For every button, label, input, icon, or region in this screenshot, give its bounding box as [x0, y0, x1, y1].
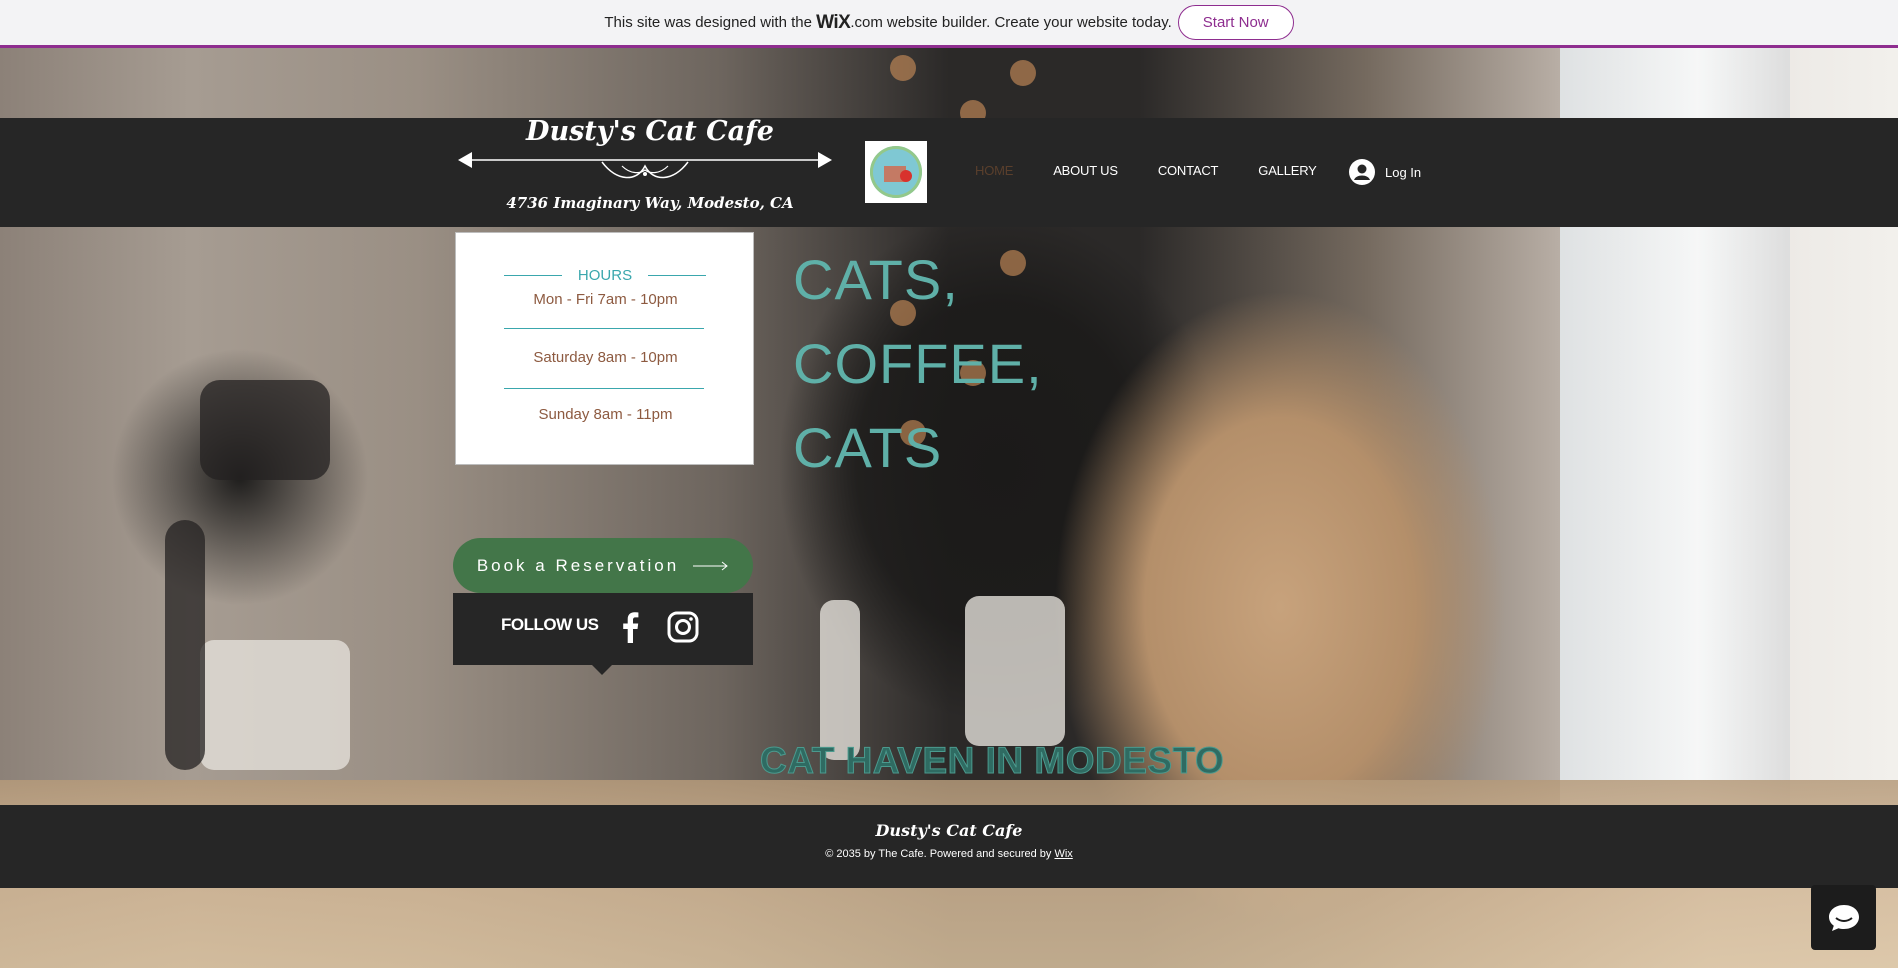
logo-cup-shape: [900, 170, 912, 182]
banner-text-before: This site was designed with the: [604, 14, 812, 31]
hours-title: HOURS: [577, 267, 633, 284]
footer-copyright: © 2035 by The Cafe. Powered and secured …: [0, 848, 1898, 860]
background-dot: [890, 55, 916, 81]
hero-headline: CATS, COFFEE, CATS: [793, 238, 1043, 490]
footer-wix-link[interactable]: Wix: [1054, 848, 1072, 860]
nav-item-about-us[interactable]: ABOUT US: [1053, 163, 1118, 178]
headline-line-2: COFFEE,: [793, 332, 1043, 395]
logo-circle: [870, 146, 922, 198]
flourish-divider-icon: [458, 152, 832, 179]
hours-title-row: HOURS: [504, 267, 707, 284]
background-dot: [1010, 60, 1036, 86]
hours-title-line: [504, 275, 562, 276]
hours-card: HOURS Mon - Fri 7am - 10pm Saturday 8am …: [455, 232, 754, 465]
hours-weekday: Mon - Fri 7am - 10pm: [533, 291, 678, 308]
headline-line-3: CATS: [793, 416, 943, 479]
login-button[interactable]: Log In: [1349, 159, 1421, 185]
hours-saturday: Saturday 8am - 10pm: [533, 349, 678, 366]
hours-title-line: [648, 275, 707, 276]
nav-item-gallery[interactable]: GALLERY: [1258, 163, 1317, 178]
nav-item-contact[interactable]: CONTACT: [1158, 163, 1219, 178]
footer-copyright-text: © 2035 by The Cafe. Powered and secured …: [825, 848, 1052, 860]
background-blob: [820, 600, 860, 760]
site-footer: Dusty's Cat Cafe © 2035 by The Cafe. Pow…: [0, 805, 1898, 888]
background-blob: [200, 640, 350, 770]
reservation-label: Book a Reservation: [476, 555, 680, 575]
hours-divider: [504, 328, 704, 329]
brand-address: 4736 Imaginary Way, Modesto, CA: [506, 194, 794, 212]
tagline: CAT HAVEN IN MODESTO: [759, 740, 1225, 782]
follow-us-label: FOLLOW US: [501, 615, 599, 634]
wix-logo[interactable]: WiX: [816, 12, 851, 34]
chat-bubble-icon: [1828, 904, 1859, 931]
chat-button[interactable]: [1811, 885, 1876, 950]
nav-item-home[interactable]: HOME: [975, 163, 1013, 178]
hours-divider: [504, 388, 704, 389]
hours-sunday: Sunday 8am - 11pm: [538, 406, 673, 423]
wix-promo-banner: This site was designed with the WiX .com …: [0, 0, 1898, 48]
start-now-button[interactable]: Start Now: [1177, 5, 1294, 40]
background-blob: [965, 596, 1065, 746]
follow-us-bar: FOLLOW US: [453, 593, 753, 675]
background-blob: [200, 380, 330, 480]
cafe-logo[interactable]: [865, 141, 927, 203]
instagram-icon[interactable]: [667, 611, 699, 643]
main-nav: HOME ABOUT US CONTACT GALLERY: [975, 163, 1357, 178]
login-label: Log In: [1385, 164, 1422, 180]
book-reservation-button[interactable]: Book a Reservation: [453, 538, 753, 593]
background-blob: [165, 520, 205, 770]
brand-title[interactable]: Dusty's Cat Cafe: [520, 116, 780, 147]
wix-domain-suffix: .com: [850, 14, 883, 31]
arrow-right-icon: [693, 561, 728, 570]
banner-text-after: website builder. Create your website tod…: [886, 14, 1172, 31]
follow-bar-pointer: [592, 665, 612, 675]
headline-line-1: CATS,: [793, 248, 959, 311]
facebook-icon[interactable]: [621, 611, 639, 643]
user-avatar-icon: [1349, 159, 1375, 185]
site-header: [0, 118, 1898, 227]
footer-title: Dusty's Cat Cafe: [875, 821, 1023, 840]
